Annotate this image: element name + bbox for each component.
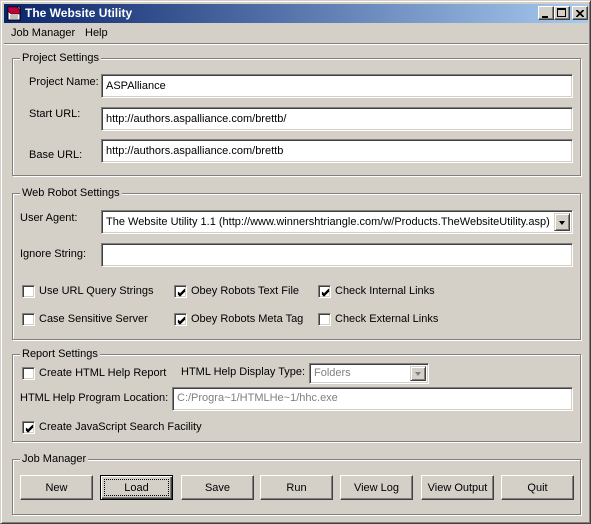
close-button[interactable] [572, 6, 588, 20]
html-help-program-location-label: HTML Help Program Location: [20, 392, 169, 404]
html-help-display-type-label: HTML Help Display Type: [181, 366, 306, 378]
maximize-button[interactable] [554, 6, 570, 20]
base-url-label: Base URL: [29, 149, 83, 161]
use-url-query-strings-label[interactable]: Use URL Query Strings [39, 284, 154, 298]
checkmark-icon [177, 316, 186, 325]
new-button-label: New [45, 481, 68, 494]
app-window: The Website Utility Job Manager Help Pro… [0, 0, 591, 524]
quit-button[interactable]: Quit [501, 475, 574, 500]
create-html-help-report-checkbox[interactable] [22, 367, 35, 380]
html-help-program-location-input[interactable]: C:/Progra~1/HTMLHe~1/hhc.exe [172, 387, 573, 411]
check-external-links-label[interactable]: Check External Links [335, 312, 438, 326]
ignore-string-input[interactable] [101, 243, 573, 267]
run-button[interactable]: Run [260, 475, 333, 500]
window-title: The Website Utility [25, 6, 133, 20]
checkmark-icon [177, 288, 186, 297]
web-robot-settings-label: Web Robot Settings [20, 186, 122, 200]
job-manager-label: Job Manager [20, 452, 89, 466]
obey-robots-text-file-checkbox[interactable] [174, 285, 187, 298]
use-url-query-strings-checkbox[interactable] [22, 285, 35, 298]
start-url-label: Start URL: [29, 108, 81, 120]
chevron-down-icon [415, 372, 421, 376]
app-notebook-icon [7, 6, 21, 21]
save-button-label: Save [204, 481, 231, 494]
quit-button-label: Quit [527, 481, 548, 494]
close-icon [576, 10, 584, 17]
new-button[interactable]: New [20, 475, 93, 500]
title-bar[interactable]: The Website Utility [4, 4, 588, 23]
check-internal-links-label[interactable]: Check Internal Links [335, 284, 435, 298]
create-javascript-search-label[interactable]: Create JavaScript Search Facility [39, 420, 202, 434]
obey-robots-meta-tag-label[interactable]: Obey Robots Meta Tag [191, 312, 303, 326]
save-button[interactable]: Save [181, 475, 254, 500]
user-agent-label: User Agent: [20, 212, 78, 224]
view-log-button[interactable]: View Log [340, 475, 413, 500]
display-type-dropdown-button[interactable] [410, 366, 426, 381]
menu-bar: Job Manager Help [4, 24, 588, 42]
case-sensitive-server-label[interactable]: Case Sensitive Server [39, 312, 148, 326]
view-output-button-label: View Output [427, 481, 488, 494]
minimize-button[interactable] [538, 6, 554, 20]
report-settings-label: Report Settings [20, 347, 100, 361]
project-settings-label: Project Settings [20, 51, 102, 65]
load-button[interactable]: Load [100, 475, 173, 500]
user-agent-value: The Website Utility 1.1 (http://www.winn… [106, 216, 550, 228]
chevron-down-icon [559, 221, 565, 225]
load-button-label: Load [124, 481, 149, 494]
menu-job-manager[interactable]: Job Manager [11, 26, 75, 40]
user-agent-select[interactable]: The Website Utility 1.1 (http://www.winn… [101, 210, 573, 234]
check-external-links-checkbox[interactable] [318, 313, 331, 326]
create-javascript-search-checkbox[interactable] [22, 421, 35, 434]
view-output-button[interactable]: View Output [421, 475, 494, 500]
maximize-icon [557, 8, 566, 17]
ignore-string-label: Ignore String: [20, 248, 87, 260]
obey-robots-meta-tag-checkbox[interactable] [174, 313, 187, 326]
base-url-input[interactable]: http://authors.aspalliance.com/brettb [101, 139, 573, 163]
start-url-input[interactable]: http://authors.aspalliance.com/brettb/ [101, 107, 573, 131]
case-sensitive-server-checkbox[interactable] [22, 313, 35, 326]
html-help-display-type-select[interactable]: Folders [309, 363, 429, 384]
check-internal-links-checkbox[interactable] [318, 285, 331, 298]
checkmark-icon [25, 424, 34, 433]
project-name-input[interactable]: ASPAlliance [101, 74, 573, 98]
menu-help[interactable]: Help [85, 26, 108, 40]
menu-separator [4, 43, 588, 45]
create-html-help-report-label[interactable]: Create HTML Help Report [39, 366, 166, 380]
project-name-label: Project Name: [29, 76, 99, 88]
user-agent-dropdown-button[interactable] [554, 213, 570, 231]
minimize-icon [542, 16, 548, 18]
view-log-button-label: View Log [353, 481, 400, 494]
html-help-display-type-value: Folders [314, 367, 351, 379]
checkmark-icon [321, 288, 330, 297]
obey-robots-text-file-label[interactable]: Obey Robots Text File [191, 284, 299, 298]
run-button-label: Run [286, 481, 307, 494]
